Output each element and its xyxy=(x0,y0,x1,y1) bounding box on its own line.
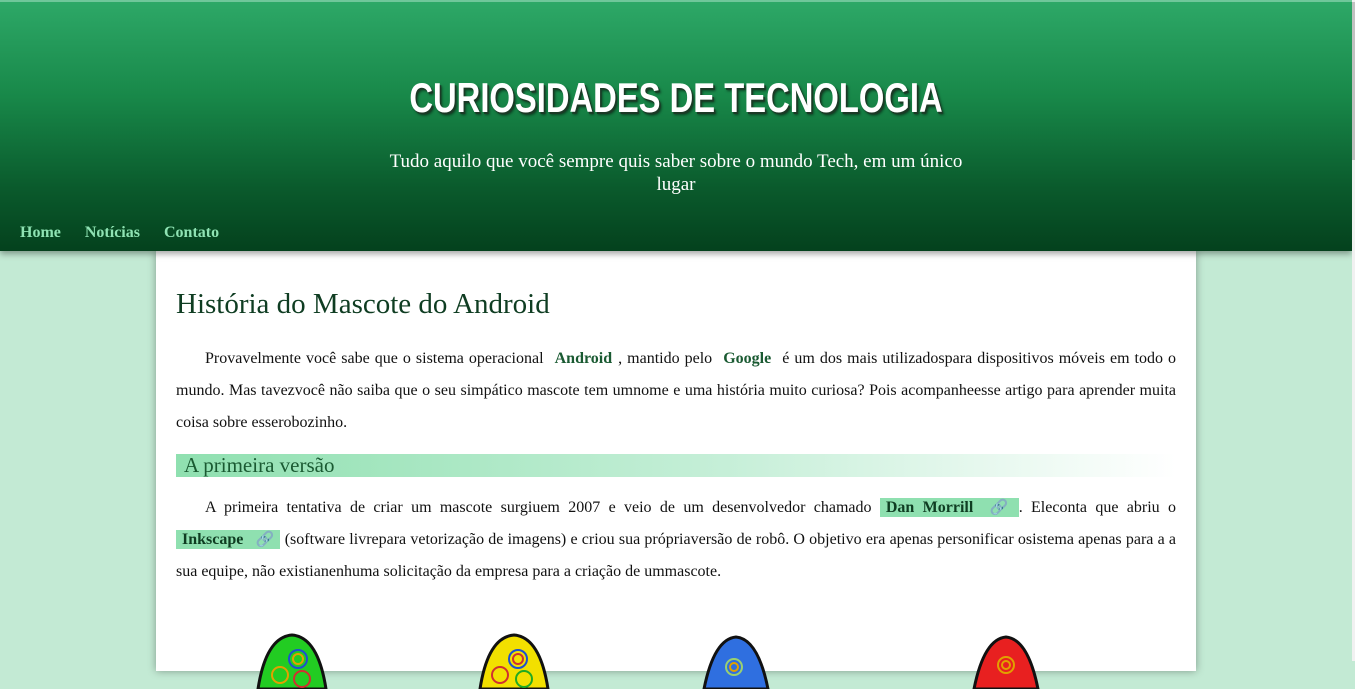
android-keyword: Android xyxy=(554,350,613,367)
site-subtitle: Tudo aquilo que você sempre quis saber s… xyxy=(389,151,963,195)
nav-home-link[interactable]: Home xyxy=(20,224,61,242)
section-text-3: (software livrepara vetorização de image… xyxy=(176,531,1177,580)
dan-morrill-link[interactable]: Dan Morrill 🔗 xyxy=(879,498,1019,517)
blue-mascot-image xyxy=(702,635,770,689)
article-title: História do Mascote do Android xyxy=(176,288,550,320)
section-text-2: . Eleconta que abriu o xyxy=(1018,499,1177,516)
dan-morrill-link-label: Dan Morrill xyxy=(885,499,974,516)
article-container: História do Mascote do Android Provavelm… xyxy=(156,251,1196,689)
nav-news-link[interactable]: Notícias xyxy=(85,224,140,242)
mascot-shape xyxy=(972,635,1040,689)
inkscape-link[interactable]: Inkscape 🔗 xyxy=(176,530,281,549)
site-title: CURIOSIDADES DE TECNOLOGIA xyxy=(409,74,943,121)
site-header: CURIOSIDADES DE TECNOLOGIA Tudo aquilo q… xyxy=(0,0,1352,251)
section-text-1: A primeira tentativa de criar um mascote… xyxy=(205,499,872,516)
google-keyword: Google xyxy=(723,350,772,367)
yellow-mascot-image xyxy=(478,633,550,689)
nav-contact-link[interactable]: Contato xyxy=(164,224,219,242)
mascot-shape xyxy=(256,633,328,689)
inkscape-link-label: Inkscape xyxy=(182,531,244,548)
chain-link-icon: 🔗 xyxy=(255,532,275,548)
chain-link-icon: 🔗 xyxy=(985,500,1013,516)
red-mascot-image xyxy=(972,635,1040,689)
section-heading: A primeira versão xyxy=(176,454,1176,477)
intro-text-1: Provavelmente você sabe que o sistema op… xyxy=(205,350,544,367)
main-nav: Home Notícias Contato xyxy=(20,224,219,242)
section-paragraph: A primeira tentativa de criar um mascote… xyxy=(176,492,1176,588)
intro-text-2: , mantido pelo xyxy=(618,350,713,367)
intro-paragraph: Provavelmente você sabe que o sistema op… xyxy=(176,343,1176,439)
green-mascot-image xyxy=(256,633,328,689)
